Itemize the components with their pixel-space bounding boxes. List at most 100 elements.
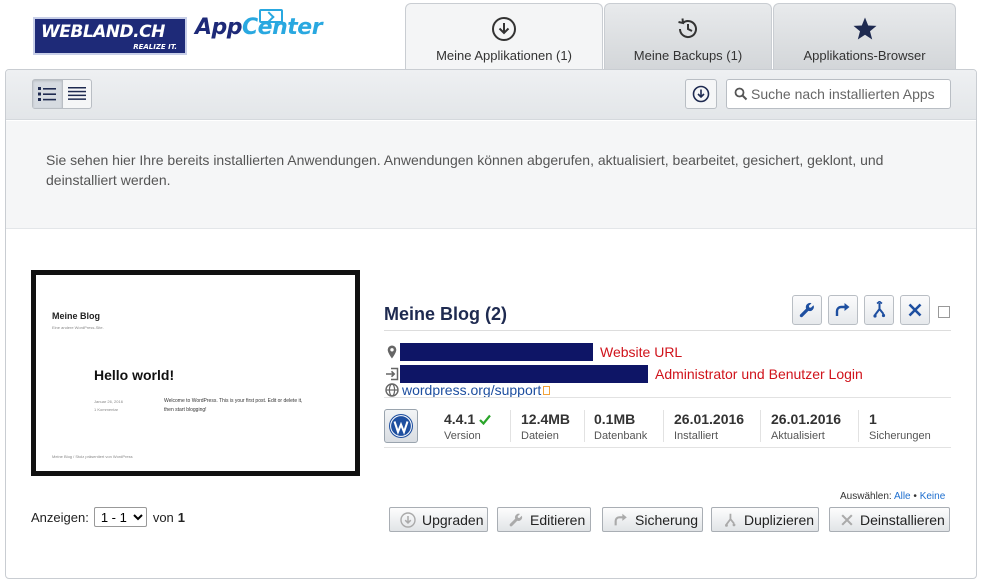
pager-label: Anzeigen: <box>31 509 89 525</box>
detail-view-button[interactable] <box>33 80 62 108</box>
tab-label: Applikations-Browser <box>803 48 926 63</box>
list-compact-icon <box>67 87 86 100</box>
appcenter-logo-app: App <box>195 15 243 40</box>
webland-logo[interactable]: WEBLAND.CH REALIZE IT. <box>33 17 187 55</box>
divider <box>663 410 664 442</box>
stat-value: 4.4.1 <box>444 411 476 427</box>
clone-app-button[interactable] <box>864 295 894 325</box>
search-input[interactable] <box>751 84 946 104</box>
select-none-link[interactable]: Keine <box>920 491 946 502</box>
share-arrow-icon <box>835 303 850 316</box>
fork-icon <box>873 301 886 318</box>
main-panel: Sie sehen hier Ihre bereits installierte… <box>5 69 977 579</box>
select-label: Auswählen: <box>840 491 892 502</box>
stat-value: 26.01.2016 <box>674 411 745 427</box>
redacted-website-url[interactable] <box>400 343 593 361</box>
remove-app-button[interactable] <box>900 295 930 325</box>
stat-label: Datenbank <box>594 430 648 442</box>
select-separator: • <box>913 491 917 502</box>
website-url-label: Website URL <box>600 344 683 360</box>
app-thumbnail[interactable]: Meine Blog Eine andere WordPress-Site. H… <box>31 270 360 476</box>
divider <box>510 410 511 442</box>
stat-label: Installiert <box>674 430 719 442</box>
stat-version: 4.4.1 Version <box>444 411 491 442</box>
app-title[interactable]: Meine Blog (2) <box>384 304 507 325</box>
uninstall-button[interactable]: Deinstallieren <box>829 507 950 532</box>
pager: Anzeigen: 1 - 1 von 1 <box>31 507 185 527</box>
tab-my-applications[interactable]: Meine Applikationen (1) <box>405 3 603 70</box>
stat-label: Version <box>444 430 481 442</box>
website-row: Website URL <box>384 343 682 361</box>
map-pin-icon <box>387 345 397 359</box>
thumb-site-subtitle: Eine andere WordPress-Site. <box>52 325 104 330</box>
fork-icon <box>725 513 736 527</box>
wrench-icon <box>509 513 523 526</box>
download-circle-icon <box>692 85 710 103</box>
stat-label: Aktualisiert <box>771 430 825 442</box>
stat-database: 0.1MB Datenbank <box>594 411 647 442</box>
divider <box>760 410 761 442</box>
selection-links: Auswählen: Alle • Keine <box>840 491 945 502</box>
divider <box>384 447 951 448</box>
select-all-link[interactable]: Alle <box>894 491 911 502</box>
toolbar <box>6 70 976 120</box>
close-icon <box>908 303 922 317</box>
info-text: Sie sehen hier Ihre bereits installierte… <box>46 152 884 188</box>
thumb-post-title: Hello world! <box>94 367 175 383</box>
thumb-post-comments: 1 Kommentar <box>94 407 119 412</box>
thumb-site-title: Meine Blog <box>52 311 101 321</box>
download-circle-icon <box>400 511 416 528</box>
appcenter-logo: AppCenter <box>195 15 323 40</box>
globe-icon <box>385 383 399 397</box>
uninstall-label: Deinstallieren <box>860 511 945 528</box>
support-link[interactable]: wordpress.org/support <box>402 382 541 398</box>
edit-button[interactable]: Editieren <box>497 507 591 532</box>
backup-label: Sicherung <box>635 511 699 528</box>
share-arrow-icon <box>614 513 627 525</box>
search-box <box>726 79 951 109</box>
upgrade-label: Upgraden <box>422 511 484 528</box>
stat-value: 26.01.2016 <box>771 411 842 427</box>
stat-updated: 26.01.2016 Aktualisiert <box>771 411 841 442</box>
admin-login-label: Administrator und Benutzer Login <box>655 366 863 382</box>
external-link-icon <box>543 385 551 395</box>
upgrade-button[interactable]: Upgraden <box>389 507 488 532</box>
appcenter-logo-center: Center <box>242 15 323 40</box>
compact-view-button[interactable] <box>61 80 92 108</box>
tab-label: Meine Applikationen (1) <box>436 48 572 63</box>
pager-total: 1 <box>177 509 186 525</box>
divider <box>858 410 859 442</box>
stat-value: 0.1MB <box>594 411 636 427</box>
wordpress-logo <box>384 409 418 443</box>
star-icon <box>853 17 876 40</box>
stat-label: Sicherungen <box>869 430 931 442</box>
install-app-button[interactable] <box>685 79 717 109</box>
thumb-footer: Meine Blog / Stolz präsentiert von WordP… <box>52 454 133 459</box>
backup-button[interactable]: Sicherung <box>602 507 703 532</box>
select-app-checkbox[interactable] <box>938 306 950 318</box>
stat-files: 12.4MB Dateien <box>521 411 570 442</box>
pager-of-label: von <box>152 509 174 525</box>
download-circle-icon <box>492 17 516 41</box>
thumb-post-body: Welcome to WordPress. This is your first… <box>164 398 303 413</box>
logo-main-text: WEBLAND.CH <box>41 22 165 42</box>
thumbnail-screen: Meine Blog Eine andere WordPress-Site. H… <box>36 275 355 471</box>
wrench-icon <box>799 302 814 318</box>
duplicate-button[interactable]: Duplizieren <box>711 507 819 532</box>
close-icon <box>841 513 853 526</box>
divider <box>584 410 585 442</box>
edit-settings-button[interactable] <box>792 295 822 325</box>
page-range-select[interactable]: 1 - 1 <box>93 507 147 527</box>
history-icon <box>678 18 697 38</box>
thumb-post-meta: Januar 26, 2016 1 Kommentar <box>94 398 123 414</box>
open-app-button[interactable] <box>828 295 858 325</box>
wordpress-icon <box>389 414 413 438</box>
tab-my-backups[interactable]: Meine Backups (1) <box>604 3 772 69</box>
tab-label: Meine Backups (1) <box>633 48 743 63</box>
tab-application-browser[interactable]: Applikations-Browser <box>773 3 956 69</box>
logo-tagline: REALIZE IT. <box>133 43 177 51</box>
login-icon <box>386 367 399 381</box>
check-icon <box>479 414 491 425</box>
stat-value: 1 <box>869 411 877 427</box>
stat-value: 12.4MB <box>521 411 571 427</box>
